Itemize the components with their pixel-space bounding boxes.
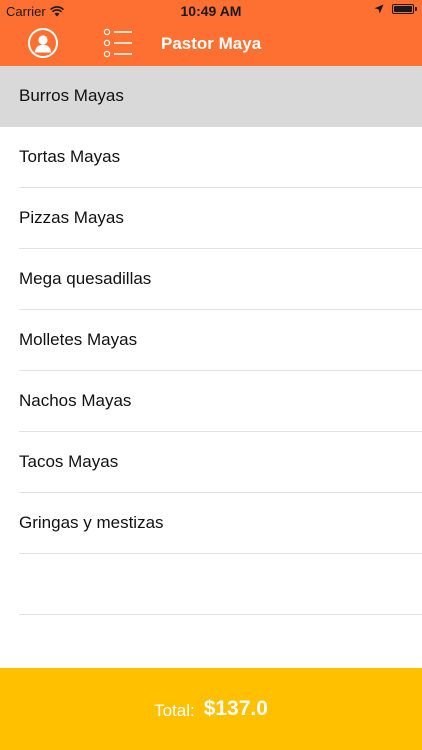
category-label: Gringas y mestizas: [19, 513, 164, 532]
category-label: Mega quesadillas: [19, 269, 152, 288]
user-profile-icon: [34, 35, 52, 53]
category-label: Molletes Mayas: [19, 330, 138, 349]
category-item-tortas-mayas[interactable]: Tortas Mayas: [0, 127, 422, 188]
category-item-burros-mayas[interactable]: Burros Mayas: [0, 66, 422, 127]
status-time: 10:49 AM: [180, 3, 242, 19]
category-label: Pizzas Mayas: [19, 208, 124, 227]
status-indicators: [374, 4, 417, 14]
category-list: Burros Mayas Tortas Mayas Pizzas Mayas M…: [0, 66, 422, 668]
category-item-molletes-mayas[interactable]: Molletes Mayas: [0, 310, 422, 371]
profile-button[interactable]: [28, 28, 58, 58]
category-label: Tortas Mayas: [19, 147, 121, 166]
total-label: Total:: [154, 700, 195, 720]
empty-list-row: [0, 554, 422, 615]
category-label: Tacos Mayas: [19, 452, 119, 471]
category-label: Nachos Mayas: [19, 391, 132, 410]
location-arrow-icon: [374, 4, 384, 14]
total-amount: $137.0: [203, 697, 268, 720]
row-divider: [19, 614, 422, 615]
navigation-bar: Pastor Maya: [0, 22, 422, 66]
top-bar: Carrier 10:49 AM Pastor Maya: [0, 0, 422, 66]
list-menu-icon: [103, 28, 132, 58]
category-item-gringas-y-mestizas[interactable]: Gringas y mestizas: [0, 493, 422, 554]
category-item-nachos-mayas[interactable]: Nachos Mayas: [0, 371, 422, 432]
nav-title: Pastor Maya: [161, 34, 262, 53]
category-label: Burros Mayas: [19, 86, 124, 105]
order-total-bar[interactable]: Total: $137.0: [0, 668, 422, 750]
battery-icon: [392, 4, 417, 14]
status-bar: Carrier 10:49 AM: [0, 0, 422, 22]
category-item-mega-quesadillas[interactable]: Mega quesadillas: [0, 249, 422, 310]
category-item-pizzas-mayas[interactable]: Pizzas Mayas: [0, 188, 422, 249]
category-item-tacos-mayas[interactable]: Tacos Mayas: [0, 432, 422, 493]
app-screen: Carrier 10:49 AM Pastor Maya Burros Maya…: [0, 0, 422, 750]
list-menu-button[interactable]: [103, 28, 133, 58]
